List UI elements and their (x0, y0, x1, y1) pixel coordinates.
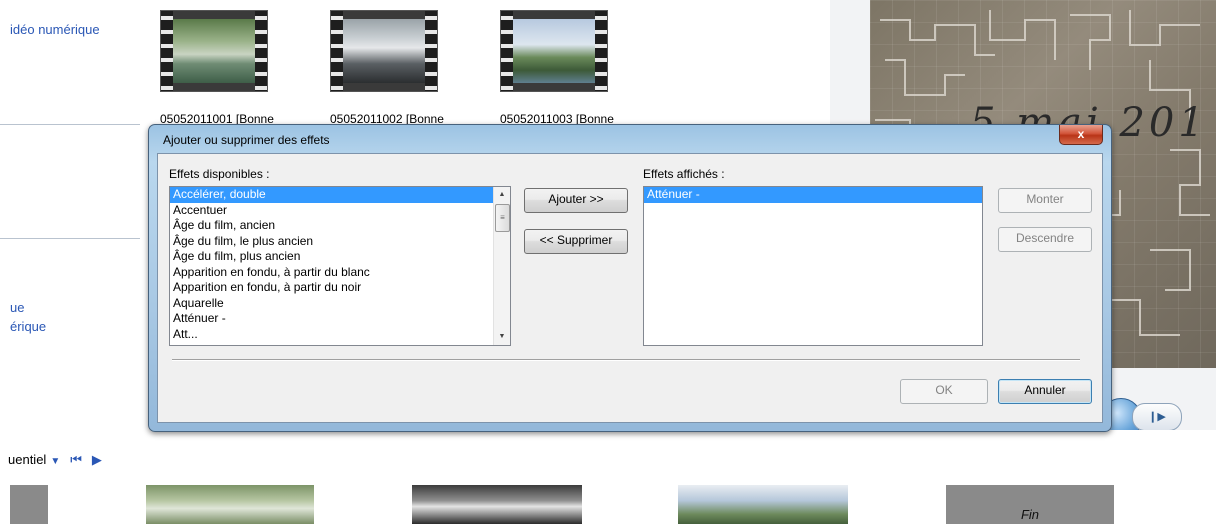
list-item[interactable]: Âge du film, le plus ancien (170, 234, 510, 250)
displayed-effects-items: Atténuer - (644, 187, 982, 203)
task-pane: idéo numérique ue érique (0, 0, 148, 430)
task-link-partial-2[interactable]: érique (10, 319, 46, 334)
clip-thumbnail-1[interactable] (160, 10, 268, 92)
move-down-button[interactable]: Descendre (998, 227, 1092, 252)
effects-dialog: Ajouter ou supprimer des effets x Effets… (148, 124, 1112, 432)
clip-thumbnail-3[interactable] (500, 10, 608, 92)
list-item[interactable]: Atténuer - (644, 187, 982, 203)
cancel-button[interactable]: Annuler (998, 379, 1092, 404)
available-effects-label: Effets disponibles : (169, 167, 270, 181)
storyboard-mode-label[interactable]: uentiel (8, 452, 46, 467)
close-icon: x (1077, 127, 1085, 141)
task-separator (0, 238, 140, 239)
end-credit-text: Fin (1020, 507, 1040, 522)
list-item[interactable]: Atténuer - (170, 311, 510, 327)
list-item[interactable]: Âge du film, ancien (170, 218, 510, 234)
move-up-button[interactable]: Monter (998, 188, 1092, 213)
list-item[interactable]: Accentuer (170, 203, 510, 219)
storyboard-item[interactable] (146, 485, 314, 524)
storyboard-toolbar: uentiel ▼ ⏮ ▶ (8, 452, 102, 468)
remove-effect-button[interactable]: << Supprimer (524, 229, 628, 254)
list-item[interactable]: Att... (170, 327, 510, 343)
close-button[interactable]: x (1059, 125, 1103, 145)
storyboard-item[interactable] (678, 485, 848, 524)
add-effect-button[interactable]: Ajouter >> (524, 188, 628, 213)
task-link-digital-video[interactable]: idéo numérique (10, 22, 100, 37)
scroll-thumb[interactable]: ≡ (495, 204, 510, 232)
ok-button[interactable]: OK (900, 379, 988, 404)
storyboard: uentiel ▼ ⏮ ▶ Fin (0, 430, 1216, 524)
displayed-effects-label: Effets affichés : (643, 167, 725, 181)
storyboard-item[interactable] (412, 485, 582, 524)
play-icon[interactable]: ▶ (92, 452, 102, 467)
list-scrollbar[interactable]: ▲ ≡ ▼ (493, 187, 510, 345)
scroll-up-icon[interactable]: ▲ (494, 187, 510, 203)
storyboard-item-partial[interactable] (10, 485, 48, 524)
list-item[interactable]: Âge du film, plus ancien (170, 249, 510, 265)
task-separator (0, 124, 140, 125)
scroll-down-icon[interactable]: ▼ (494, 329, 510, 345)
rewind-icon[interactable]: ⏮ (70, 452, 82, 467)
dialog-title: Ajouter ou supprimer des effets (163, 133, 330, 147)
list-item[interactable]: Apparition en fondu, à partir du noir (170, 280, 510, 296)
list-item[interactable]: Apparition en fondu, à partir du blanc (170, 265, 510, 281)
task-link-partial-1[interactable]: ue (10, 300, 24, 315)
list-item[interactable]: Aquarelle (170, 296, 510, 312)
list-item[interactable]: Accélérer, double (170, 187, 510, 203)
available-effects-items: Accélérer, double Accentuer Âge du film, a… (170, 187, 510, 342)
storyboard-end-credit[interactable]: Fin (946, 485, 1114, 524)
next-frame-icon: ❙▶ (1148, 411, 1166, 423)
dialog-body: Effets disponibles : Effets affichés : A… (157, 153, 1103, 423)
available-effects-list[interactable]: Accélérer, double Accentuer Âge du film, a… (169, 186, 511, 346)
displayed-effects-list[interactable]: Atténuer - (643, 186, 983, 346)
clip-thumbnail-2[interactable] (330, 10, 438, 92)
dialog-separator (172, 359, 1080, 361)
next-frame-button[interactable]: ❙▶ (1132, 403, 1182, 431)
chevron-down-icon[interactable]: ▼ (50, 456, 60, 467)
